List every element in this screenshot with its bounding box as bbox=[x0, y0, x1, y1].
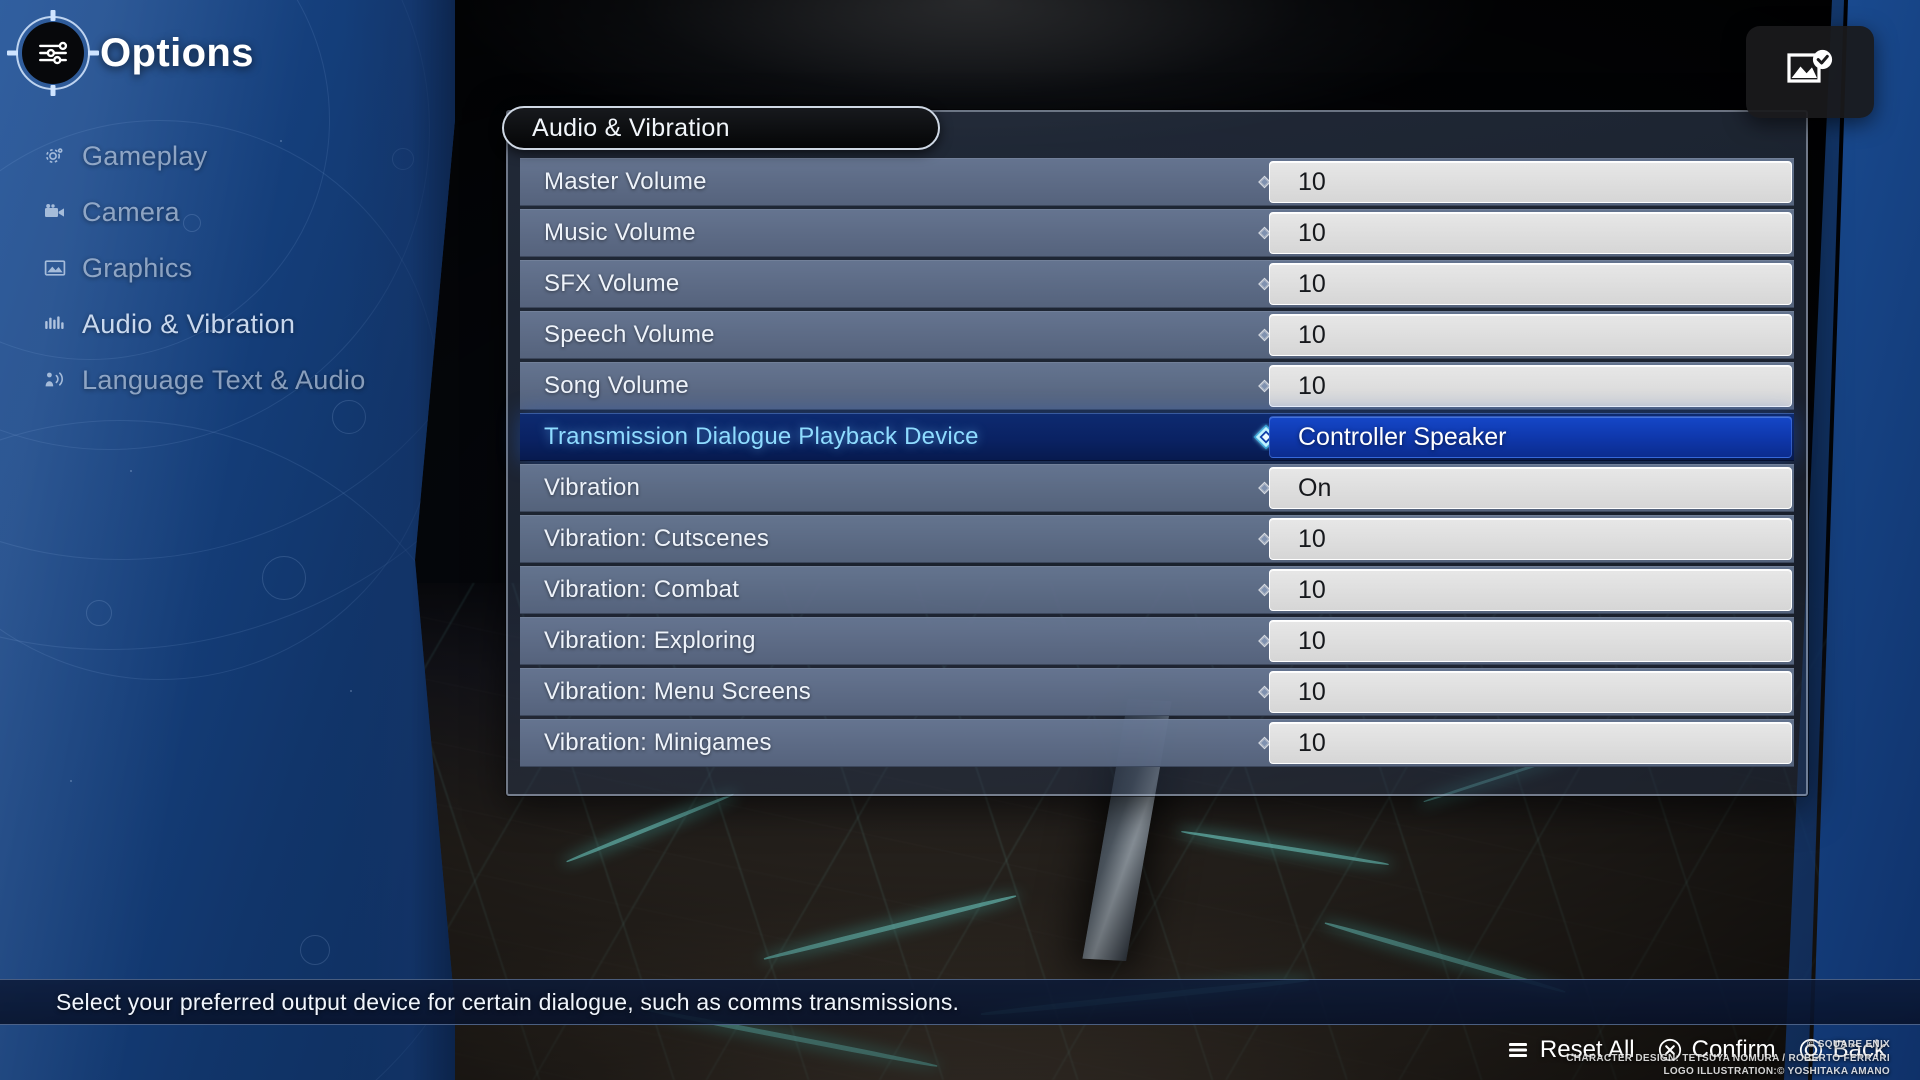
copyright-line-2: CHARACTER DESIGN: TETSUYA NOMURA / ROBER… bbox=[1566, 1052, 1890, 1064]
speaker-person-icon bbox=[42, 367, 68, 393]
value-box[interactable]: On bbox=[1269, 467, 1792, 509]
copyright-line-3: LOGO ILLUSTRATION:© YOSHITAKA AMANO bbox=[1663, 1065, 1890, 1077]
sidebar-item-label: Camera bbox=[82, 196, 180, 227]
sidebar-item-audio-vibration[interactable]: Audio & Vibration bbox=[34, 296, 434, 352]
value-box[interactable]: 10 bbox=[1269, 569, 1792, 611]
description-bar: Select your preferred output device for … bbox=[0, 979, 1920, 1025]
value-box[interactable]: 10 bbox=[1269, 518, 1792, 560]
value-box[interactable]: 10 bbox=[1269, 314, 1792, 356]
option-value-control[interactable]: 10 bbox=[1258, 211, 1794, 255]
option-value: 10 bbox=[1298, 575, 1326, 604]
value-box[interactable]: 10 bbox=[1269, 161, 1792, 203]
value-box[interactable]: 10 bbox=[1269, 722, 1792, 764]
option-label: Vibration bbox=[544, 474, 641, 501]
screenshot-saved-toast bbox=[1746, 26, 1874, 118]
option-row[interactable]: Music Volume 10 bbox=[520, 209, 1794, 257]
option-label: Vibration: Combat bbox=[544, 576, 740, 603]
copyright-line-1: © SQUARE ENIX bbox=[1807, 1039, 1890, 1051]
option-row[interactable]: Speech Volume 10 bbox=[520, 311, 1794, 359]
camera-icon bbox=[42, 199, 68, 225]
option-label: Master Volume bbox=[544, 168, 707, 195]
option-value-control[interactable]: 10 bbox=[1258, 364, 1794, 408]
option-row[interactable]: Vibration: Combat 10 bbox=[520, 566, 1794, 614]
option-row[interactable]: Vibration On bbox=[520, 464, 1794, 512]
sidebar-item-gameplay[interactable]: Gameplay bbox=[34, 128, 434, 184]
option-value: 10 bbox=[1298, 167, 1326, 196]
option-label: Speech Volume bbox=[544, 321, 715, 348]
value-box[interactable]: 10 bbox=[1269, 263, 1792, 305]
option-label: Vibration: Exploring bbox=[544, 627, 756, 654]
option-row[interactable]: Vibration: Exploring 10 bbox=[520, 617, 1794, 665]
option-value-control[interactable]: 10 bbox=[1258, 568, 1794, 612]
gear-icon bbox=[42, 143, 68, 169]
sliders-icon bbox=[22, 22, 84, 84]
page-title: Options bbox=[100, 30, 254, 75]
description-text: Select your preferred output device for … bbox=[56, 988, 960, 1015]
option-row[interactable]: SFX Volume 10 bbox=[520, 260, 1794, 308]
option-label: Vibration: Menu Screens bbox=[544, 678, 811, 705]
option-label: Vibration: Minigames bbox=[544, 729, 772, 756]
option-value: 10 bbox=[1298, 218, 1326, 247]
option-value-control[interactable]: 10 bbox=[1258, 313, 1794, 357]
sidebar-item-camera[interactable]: Camera bbox=[34, 184, 434, 240]
value-box[interactable]: 10 bbox=[1269, 620, 1792, 662]
value-box[interactable]: 10 bbox=[1269, 365, 1792, 407]
value-box[interactable]: Controller Speaker bbox=[1269, 416, 1792, 458]
option-label: Vibration: Cutscenes bbox=[544, 525, 770, 552]
option-value: 10 bbox=[1298, 371, 1326, 400]
tab-label: Audio & Vibration bbox=[532, 113, 730, 142]
option-row[interactable]: Transmission Dialogue Playback Device Con… bbox=[520, 413, 1794, 461]
option-value-control[interactable]: 10 bbox=[1258, 160, 1794, 204]
option-value-control[interactable]: 10 bbox=[1258, 517, 1794, 561]
image-icon bbox=[42, 255, 68, 281]
option-row[interactable]: Master Volume 10 bbox=[520, 158, 1794, 206]
option-row[interactable]: Vibration: Menu Screens 10 bbox=[520, 668, 1794, 716]
sidebar-item-label: Audio & Vibration bbox=[82, 308, 296, 339]
sidebar-item-graphics[interactable]: Graphics bbox=[34, 240, 434, 296]
option-value-control[interactable]: 10 bbox=[1258, 262, 1794, 306]
screenshot-saved-icon bbox=[1783, 47, 1837, 98]
value-box[interactable]: 10 bbox=[1269, 212, 1792, 254]
option-value: 10 bbox=[1298, 524, 1326, 553]
option-label: Music Volume bbox=[544, 219, 696, 246]
equalizer-icon bbox=[42, 311, 68, 337]
option-value: 10 bbox=[1298, 269, 1326, 298]
sidebar-item-label: Graphics bbox=[82, 252, 193, 283]
options-icon bbox=[7, 10, 99, 96]
touchpad-icon bbox=[1505, 1037, 1531, 1063]
option-row[interactable]: Vibration: Cutscenes 10 bbox=[520, 515, 1794, 563]
sidebar-item-language-text-audio[interactable]: Language Text & Audio bbox=[34, 352, 434, 408]
option-row[interactable]: Song Volume 10 bbox=[520, 362, 1794, 410]
option-value: 10 bbox=[1298, 677, 1326, 706]
copyright-notice: © SQUARE ENIX CHARACTER DESIGN: TETSUYA … bbox=[1566, 1038, 1890, 1078]
option-value: 10 bbox=[1298, 320, 1326, 349]
tab-audio-vibration[interactable]: Audio & Vibration bbox=[502, 106, 940, 150]
value-box[interactable]: 10 bbox=[1269, 671, 1792, 713]
option-value: Controller Speaker bbox=[1298, 422, 1507, 451]
option-value-control[interactable]: 10 bbox=[1258, 721, 1794, 765]
option-label: Song Volume bbox=[544, 372, 689, 399]
option-value-control[interactable]: 10 bbox=[1258, 670, 1794, 714]
option-label: SFX Volume bbox=[544, 270, 680, 297]
option-value-control[interactable]: Controller Speaker bbox=[1253, 415, 1794, 459]
options-row-list: Master Volume 10 Music Volume 10 SFX Volume 1… bbox=[520, 158, 1794, 780]
option-value: On bbox=[1298, 473, 1332, 502]
option-value-control[interactable]: On bbox=[1258, 466, 1794, 510]
page-header: Options bbox=[7, 10, 254, 96]
sidebar-item-label: Gameplay bbox=[82, 140, 208, 171]
option-row[interactable]: Vibration: Minigames 10 bbox=[520, 719, 1794, 767]
option-value: 10 bbox=[1298, 728, 1326, 757]
option-value: 10 bbox=[1298, 626, 1326, 655]
sidebar-nav: Gameplay Camera Graphics Audio & Vibrati… bbox=[34, 128, 434, 408]
option-label: Transmission Dialogue Playback Device bbox=[544, 423, 979, 450]
sidebar-item-label: Language Text & Audio bbox=[82, 364, 366, 395]
options-panel: Audio & Vibration Master Volume 10 Music V… bbox=[502, 106, 1808, 796]
option-value-control[interactable]: 10 bbox=[1258, 619, 1794, 663]
